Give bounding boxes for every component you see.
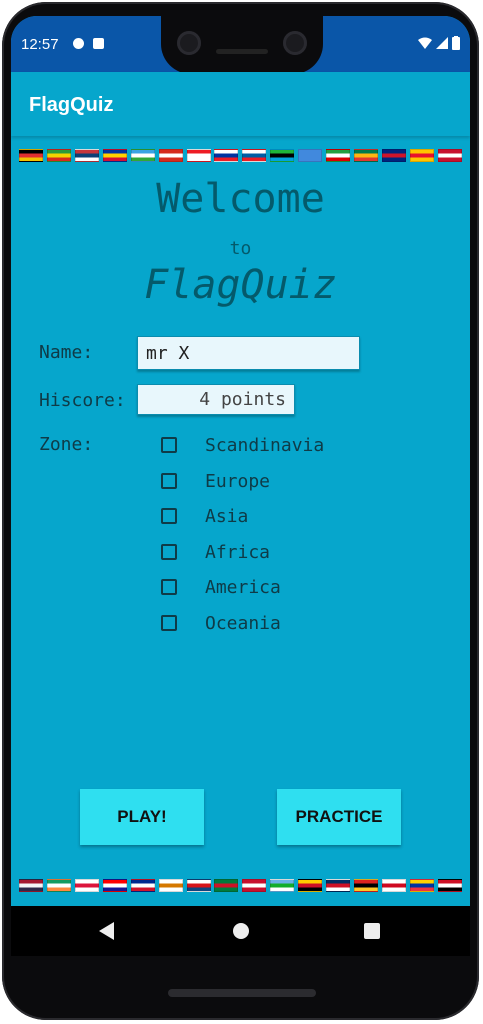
flag-icon [354,149,379,162]
zone-checkbox[interactable] [161,437,177,453]
flag-icon [19,879,43,892]
zone-checkbox[interactable] [161,615,177,631]
zone-option-scandinavia[interactable]: Scandinavia [161,433,324,457]
flag-icon [102,879,127,892]
earpiece-speaker [216,49,268,54]
hiscore-label: Hiscore: [39,390,126,411]
welcome-app-name: FlagQuiz [144,262,337,308]
name-field[interactable]: mr X [137,336,360,370]
phone-chin-speaker [168,989,316,997]
flag-icon [102,149,127,162]
bottom-flag-strip [19,879,462,893]
flag-icon [409,149,434,162]
welcome-to: to [229,238,252,259]
status-time: 12:57 [21,36,59,53]
status-bar: 12:57 [11,16,470,74]
flag-icon [354,879,379,892]
flag-icon [158,149,183,162]
flag-icon [270,149,295,162]
battery-icon [452,36,460,50]
notification-icon [73,38,84,49]
flag-icon [158,879,183,892]
flag-icon [270,879,295,892]
flag-icon [130,879,155,892]
zone-option-label: America [205,576,281,598]
zone-checkbox[interactable] [161,544,177,560]
signal-icon [436,37,448,49]
flag-icon [298,149,323,162]
flag-icon [214,149,239,162]
zone-checkbox[interactable] [161,508,177,524]
play-button[interactable]: PLAY! [80,789,204,845]
zone-option-asia[interactable]: Asia [161,504,248,528]
home-icon[interactable] [233,923,249,939]
flag-icon [19,149,43,162]
hiscore-field: 4 points [137,384,295,415]
screen: 12:57 FlagQuiz Welcome to FlagQuiz Name:… [11,16,470,956]
flag-icon [437,879,462,892]
flag-icon [214,879,239,892]
flag-icon [186,149,211,162]
zone-checkbox[interactable] [161,473,177,489]
flag-icon [74,879,99,892]
app-bar: FlagQuiz [11,72,470,136]
practice-button[interactable]: PRACTICE [277,789,401,845]
front-camera-2 [283,31,307,55]
system-nav-bar [11,906,470,956]
welcome-heading: Welcome [156,176,325,222]
flag-icon [326,149,351,162]
flag-icon [186,879,211,892]
flag-icon [130,149,155,162]
app-title: FlagQuiz [29,94,114,116]
zone-option-europe[interactable]: Europe [161,469,270,493]
zone-option-label: Europe [205,470,271,492]
flag-icon [381,149,406,162]
zone-option-oceania[interactable]: Oceania [161,611,281,635]
zone-label: Zone: [39,434,94,455]
zone-checkbox[interactable] [161,579,177,595]
flag-icon [326,879,351,892]
zone-option-label: Oceania [205,612,281,634]
back-icon[interactable] [99,922,114,940]
flag-icon [242,149,267,162]
zone-option-africa[interactable]: Africa [161,540,270,564]
top-flag-strip [19,149,462,163]
zone-option-label: Scandinavia [205,434,325,456]
zone-option-label: Asia [205,505,249,527]
zone-option-america[interactable]: America [161,575,281,599]
flag-icon [409,879,434,892]
camera-notch [161,16,323,74]
wifi-icon [418,37,432,49]
flag-icon [298,879,323,892]
recent-apps-icon[interactable] [364,923,380,939]
flag-icon [74,149,99,162]
front-camera [177,31,201,55]
sd-card-icon [93,38,104,49]
flag-icon [381,879,406,892]
name-label: Name: [39,342,94,363]
zone-option-label: Africa [205,541,271,563]
flag-icon [437,149,462,162]
flag-icon [46,149,71,162]
flag-icon [46,879,71,892]
flag-icon [242,879,267,892]
